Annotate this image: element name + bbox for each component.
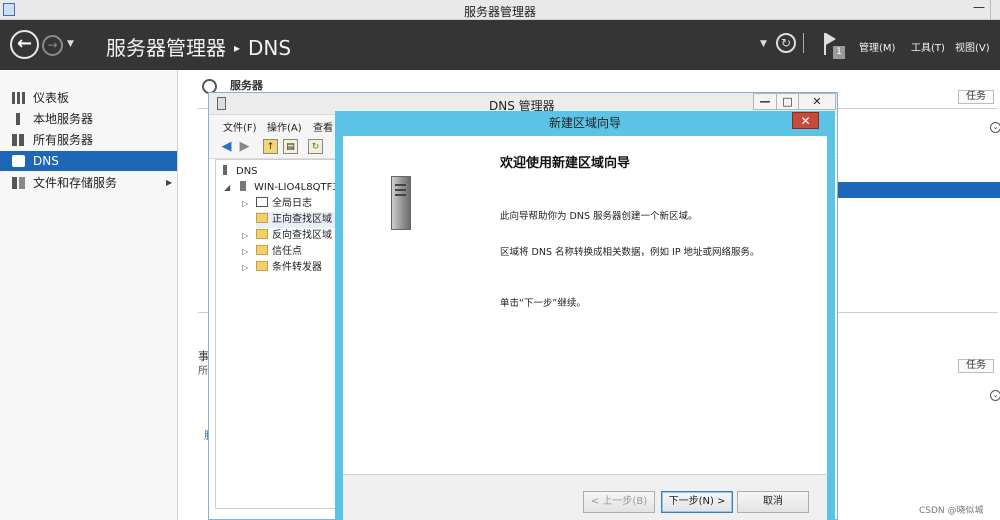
tree-node-server[interactable]: ◢ WIN-LIO4L8QTF3 — [224, 180, 337, 196]
sidebar-item-local-server[interactable]: 本地服务器 — [0, 109, 177, 129]
wizard-body: 欢迎使用新建区域向导 此向导帮助你为 DNS 服务器创建一个新区域。 区域将 D… — [343, 136, 827, 520]
wizard-description: 此向导帮助你为 DNS 服务器创建一个新区域。 — [500, 211, 698, 222]
expand-arrow-icon[interactable]: ▶ — [166, 173, 172, 193]
dns-tree: DNS ◢ WIN-LIO4L8QTF3 ▷ 全局日志 正向查找区域 ▷ 反向查… — [215, 159, 337, 509]
tree-label: 信任点 — [272, 246, 302, 257]
back-arrow-icon[interactable]: ◀ — [219, 139, 234, 154]
forward-arrow-icon[interactable]: ▶ — [237, 139, 252, 154]
folder-icon — [256, 261, 268, 271]
tree-node-trust-points[interactable]: ▷ 信任点 — [242, 244, 302, 260]
notifications-flag-icon[interactable]: 1 — [822, 32, 846, 60]
tools-menu[interactable]: 工具(T) — [911, 39, 945, 54]
notification-count-badge: 1 — [833, 46, 845, 59]
dns-minimize-button[interactable]: — — [753, 93, 777, 110]
wizard-close-button[interactable]: ✕ — [792, 112, 819, 129]
wizard-side-panel — [343, 136, 483, 474]
server-icon — [238, 181, 250, 191]
next-button[interactable]: 下一步(N) > — [661, 491, 733, 513]
breadcrumb: 服务器管理器 ▸ DNS — [106, 32, 291, 61]
breadcrumb-separator-icon: ▸ — [234, 41, 241, 55]
wizard-zone-explanation: 区域将 DNS 名称转换成相关数据，例如 IP 地址或网络服务。 — [500, 247, 760, 258]
events-subtitle: 所 — [198, 366, 208, 377]
sidebar-item-label: 所有服务器 — [33, 133, 94, 147]
sidebar-item-dns[interactable]: DNS — [0, 151, 177, 171]
manage-menu[interactable]: 管理(M) — [859, 39, 895, 54]
wizard-footer-divider — [343, 474, 827, 475]
wizard-content: 欢迎使用新建区域向导 此向导帮助你为 DNS 服务器创建一个新区域。 区域将 D… — [483, 136, 827, 474]
back-button[interactable]: < 上一步(B) — [583, 491, 655, 513]
tree-node-reverse-lookup-zones[interactable]: ▷ 反向查找区域 — [242, 228, 332, 244]
tree-node-forward-lookup-zones[interactable]: 正向查找区域 — [256, 212, 336, 228]
maximize-button[interactable] — [990, 0, 1000, 19]
header-divider — [803, 33, 804, 53]
tree-node-conditional-forwarders[interactable]: ▷ 条件转发器 — [242, 260, 322, 276]
view-menu[interactable]: 查看 — [313, 119, 333, 134]
refresh-icon[interactable]: ↻ — [308, 139, 323, 154]
log-icon — [256, 197, 268, 207]
show-tree-icon[interactable]: ▤ — [283, 139, 298, 154]
tasks-dropdown-button[interactable]: 任务 — [958, 90, 994, 104]
folder-icon — [256, 213, 268, 223]
servers-icon — [12, 134, 25, 146]
dns-icon — [12, 155, 25, 167]
dns-maximize-button[interactable]: □ — [776, 93, 799, 110]
tree-label: 正向查找区域 — [272, 214, 332, 225]
sidebar-item-label: 仪表板 — [33, 91, 70, 105]
tree-label: WIN-LIO4L8QTF3 — [254, 182, 337, 193]
sidebar-item-label: 本地服务器 — [33, 112, 94, 126]
action-menu[interactable]: 操作(A) — [267, 119, 302, 134]
collapse-arrow-icon[interactable]: ◢ — [224, 180, 230, 196]
sidebar-item-dashboard[interactable]: 仪表板 — [0, 88, 177, 108]
server-icon — [12, 113, 25, 125]
server-manager-header: ← → ▼ 服务器管理器 ▸ DNS ▼ ↻ 1 管理(M) 工具(T) 视图(V) — [0, 20, 1000, 70]
history-dropdown-icon[interactable]: ▼ — [67, 39, 74, 49]
refresh-icon[interactable]: ↻ — [776, 33, 796, 53]
expand-arrow-icon[interactable]: ▷ — [242, 228, 248, 244]
wizard-title: 新建区域向导 — [548, 116, 621, 130]
sidebar-item-all-servers[interactable]: 所有服务器 — [0, 130, 177, 150]
cancel-button[interactable]: 取消 — [737, 491, 809, 513]
breadcrumb-current: DNS — [248, 36, 292, 60]
selected-server-row[interactable] — [838, 182, 1000, 198]
wizard-continue-hint: 单击“下一步”继续。 — [500, 298, 586, 309]
sidebar-item-file-storage[interactable]: 文件和存储服务 ▶ — [0, 173, 177, 193]
events-expand-chevron-icon[interactable]: ⌄ — [990, 390, 1000, 401]
sidebar-item-label: DNS — [33, 154, 59, 168]
file-menu[interactable]: 文件(F) — [223, 119, 257, 134]
server-manager-titlebar: 服务器管理器 — — [0, 0, 1000, 20]
dns-computer-icon — [220, 165, 232, 175]
forward-arrow-icon[interactable]: → — [42, 35, 63, 56]
back-arrow-icon[interactable]: ← — [10, 30, 39, 59]
header-dropdown-icon[interactable]: ▼ — [760, 39, 767, 49]
sidebar-item-label: 文件和存储服务 — [33, 176, 118, 190]
server-tower-icon — [391, 176, 417, 232]
watermark: CSDN @晓似城 — [919, 506, 984, 516]
file-storage-icon — [12, 177, 25, 189]
tree-label: 反向查找区域 — [272, 230, 332, 241]
dns-close-button[interactable]: ✕ — [798, 93, 836, 110]
minimize-button[interactable]: — — [968, 0, 990, 19]
events-tasks-dropdown-button[interactable]: 任务 — [958, 359, 994, 373]
view-menu[interactable]: 视图(V) — [955, 39, 990, 54]
tree-label: DNS — [236, 166, 258, 177]
new-zone-wizard-dialog: 新建区域向导 ✕ 欢迎使用新建区域向导 此向导帮助你为 DNS 服务器创建一个新… — [335, 111, 835, 520]
window-title: 服务器管理器 — [463, 5, 536, 19]
sidebar: 仪表板 本地服务器 所有服务器 DNS 文件和存储服务 ▶ — [0, 70, 178, 520]
expand-chevron-icon[interactable]: ⌄ — [990, 122, 1000, 133]
expand-arrow-icon[interactable]: ▷ — [242, 244, 248, 260]
tree-label: 全局日志 — [272, 198, 312, 209]
tree-label: 条件转发器 — [272, 262, 322, 273]
expand-arrow-icon[interactable]: ▷ — [242, 260, 248, 276]
wizard-heading: 欢迎使用新建区域向导 — [500, 156, 631, 171]
section-title: 服务器 — [230, 79, 263, 92]
expand-arrow-icon[interactable]: ▷ — [242, 196, 248, 212]
up-folder-icon[interactable]: ↑ — [263, 139, 278, 154]
folder-icon — [256, 245, 268, 255]
tree-node-dns[interactable]: DNS — [220, 164, 258, 180]
breadcrumb-root[interactable]: 服务器管理器 — [106, 36, 226, 60]
dashboard-icon — [12, 92, 25, 104]
dns-app-icon — [217, 97, 226, 110]
folder-icon — [256, 229, 268, 239]
tree-node-global-logs[interactable]: ▷ 全局日志 — [242, 196, 312, 212]
